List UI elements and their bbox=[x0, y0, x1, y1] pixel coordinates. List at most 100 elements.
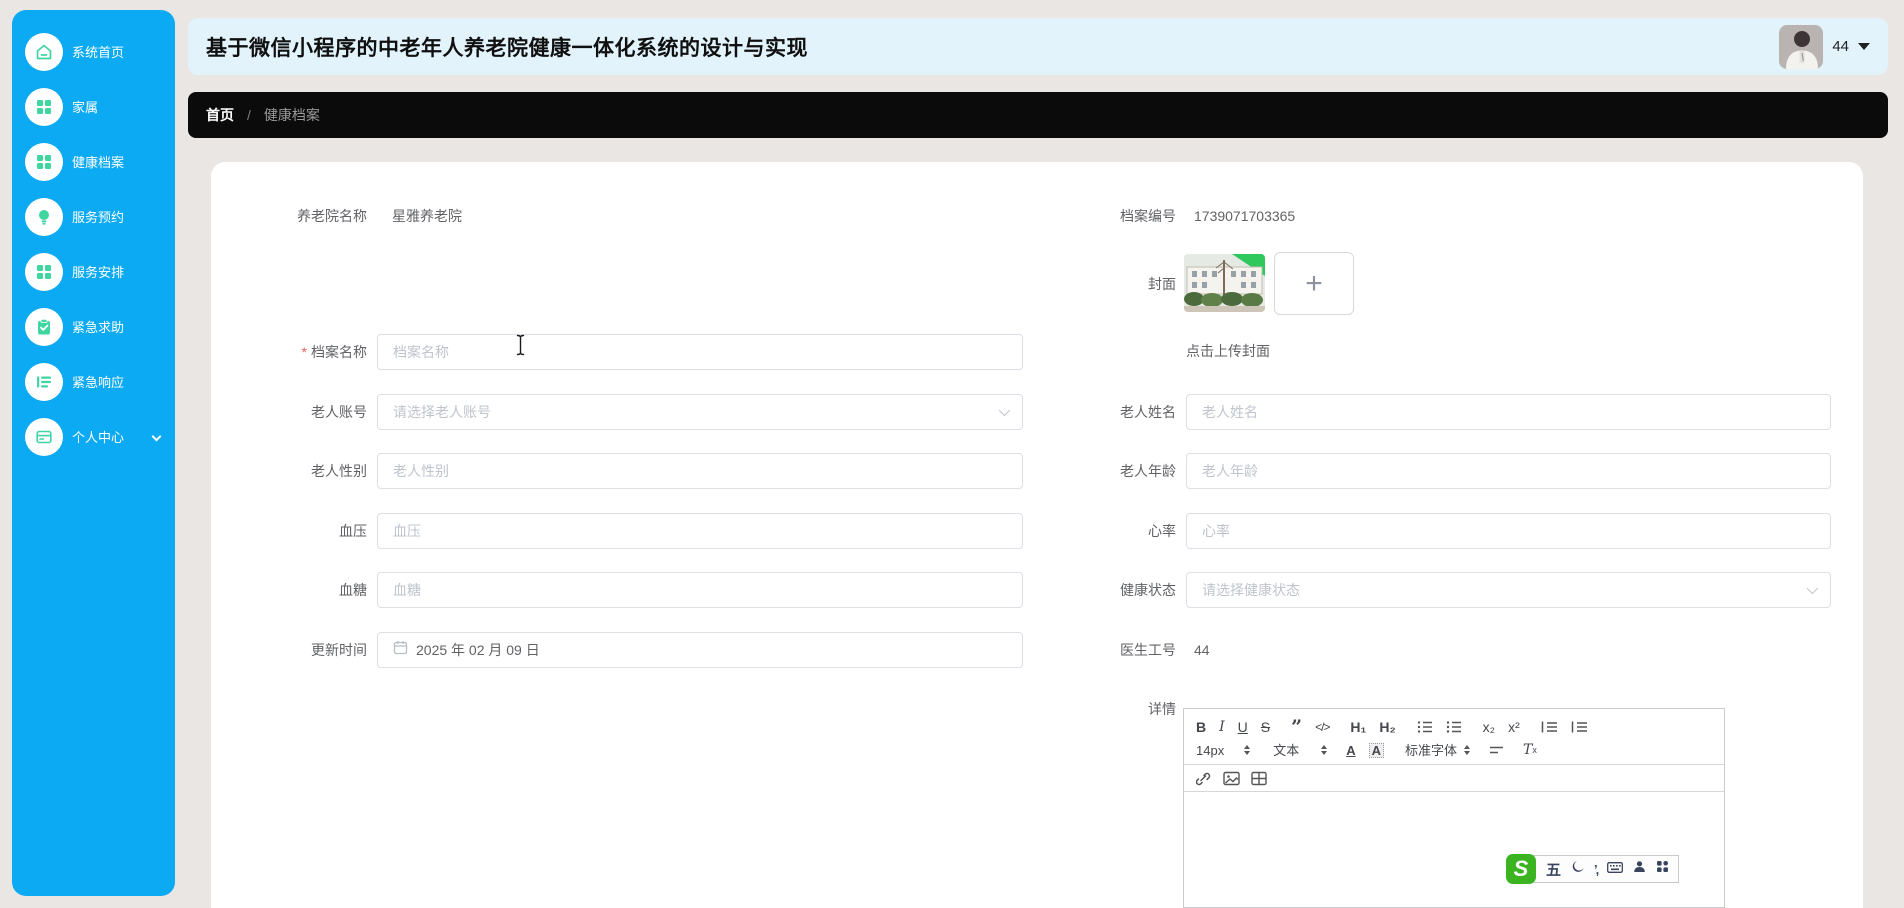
field-label-elder-account: 老人账号 bbox=[311, 404, 367, 420]
sogou-logo-icon[interactable]: S bbox=[1506, 854, 1536, 884]
sidebar-item-emergency-help[interactable]: 紧急求助 bbox=[12, 299, 175, 354]
elder-age-input[interactable]: 老人年龄 bbox=[1186, 453, 1831, 489]
cover-thumbnail[interactable] bbox=[1184, 254, 1265, 312]
header2-button[interactable]: H₂ bbox=[1379, 720, 1395, 734]
updown-arrows-icon bbox=[1321, 745, 1328, 755]
outdent-button[interactable] bbox=[1541, 720, 1558, 734]
clear-format-button[interactable]: Tx bbox=[1523, 743, 1537, 757]
blood-pressure-input[interactable]: 血压 bbox=[377, 513, 1023, 549]
updown-arrows-icon bbox=[1244, 745, 1251, 755]
card-icon bbox=[25, 417, 63, 456]
field-label-health-status: 健康状态 bbox=[1120, 582, 1176, 598]
account-icon[interactable] bbox=[1633, 860, 1646, 878]
underline-button[interactable]: U bbox=[1238, 720, 1248, 734]
superscript-button[interactable]: x² bbox=[1508, 720, 1520, 734]
keyboard-icon[interactable] bbox=[1607, 860, 1624, 878]
doctor-no-value: 44 bbox=[1194, 642, 1210, 658]
heart-rate-input[interactable]: 心率 bbox=[1186, 513, 1831, 549]
field-label-blood-sugar: 血糖 bbox=[339, 582, 367, 598]
align-select[interactable] bbox=[1489, 744, 1504, 756]
font-family-select[interactable]: 标准字体 bbox=[1405, 744, 1471, 757]
bold-button[interactable]: B bbox=[1196, 720, 1206, 734]
archive-name-input[interactable]: 档案名称 bbox=[377, 334, 1023, 370]
editor-toolbar-row1: B I U S ” </> H₁ H₂ x₂ x² bbox=[1184, 714, 1724, 740]
text-color-button[interactable]: A bbox=[1346, 744, 1355, 757]
user-id-label: 44 bbox=[1832, 38, 1849, 55]
sidebar-item-label: 服务预约 bbox=[72, 210, 125, 225]
sidebar-item-label: 健康档案 bbox=[72, 155, 125, 170]
chevron-down-icon bbox=[998, 404, 1011, 417]
field-label-cover: 封面 bbox=[1148, 276, 1176, 292]
italic-button[interactable]: I bbox=[1219, 720, 1225, 734]
field-label-elder-age: 老人年龄 bbox=[1120, 463, 1176, 479]
subscript-button[interactable]: x₂ bbox=[1483, 720, 1495, 734]
blockquote-button[interactable]: ” bbox=[1291, 717, 1302, 737]
bullet-list-button[interactable] bbox=[1446, 720, 1462, 734]
grid-icon bbox=[25, 87, 63, 126]
archive-no-value: 1739071703365 bbox=[1194, 208, 1296, 224]
field-label-detail: 详情 bbox=[1148, 701, 1176, 717]
updown-arrows-icon bbox=[1464, 745, 1471, 755]
required-asterisk: * bbox=[301, 344, 307, 360]
sidebar-item-service-booking[interactable]: 服务预约 bbox=[12, 189, 175, 244]
indent-button[interactable] bbox=[1571, 720, 1588, 734]
calendar-icon bbox=[393, 640, 408, 660]
field-label-heart-rate: 心率 bbox=[1148, 523, 1176, 539]
ime-menu-icon[interactable] bbox=[1656, 860, 1669, 878]
clipboard-check-icon bbox=[25, 307, 63, 346]
breadcrumb: 首页 / 健康档案 bbox=[188, 92, 1888, 138]
code-button[interactable]: </> bbox=[1315, 721, 1330, 733]
strikethrough-button[interactable]: S bbox=[1261, 720, 1270, 734]
format-select[interactable]: 文本 bbox=[1273, 744, 1328, 757]
sidebar-item-label: 家属 bbox=[72, 100, 99, 115]
breadcrumb-current: 健康档案 bbox=[263, 107, 320, 123]
field-label-elder-gender: 老人性别 bbox=[311, 463, 367, 479]
cover-upload-hint: 点击上传封面 bbox=[1186, 343, 1270, 359]
sidebar-item-home[interactable]: 系统首页 bbox=[12, 24, 175, 79]
sidebar-item-emergency-response[interactable]: 紧急响应 bbox=[12, 354, 175, 409]
topbar: 基于微信小程序的中老年人养老院健康一体化系统的设计与实现 44 bbox=[188, 18, 1888, 75]
list-icon bbox=[25, 362, 63, 401]
avatar[interactable] bbox=[1779, 24, 1824, 69]
sidebar-item-health-records[interactable]: 健康档案 bbox=[12, 134, 175, 189]
video-button[interactable] bbox=[1251, 771, 1267, 786]
blood-sugar-input[interactable]: 血糖 bbox=[377, 572, 1023, 608]
page: 系统首页 家属 健康档案 服务预约 服务安排 紧急求助 紧急响应 个人中心 基于… bbox=[0, 0, 1904, 908]
elder-name-input[interactable]: 老人姓名 bbox=[1186, 394, 1831, 430]
punctuation-button[interactable]: ’, bbox=[1594, 862, 1599, 877]
highlight-button[interactable]: A bbox=[1368, 742, 1384, 758]
image-button[interactable] bbox=[1223, 771, 1240, 786]
link-button[interactable] bbox=[1196, 770, 1212, 786]
sidebar-item-label: 个人中心 bbox=[72, 430, 125, 445]
editor-toolbar-row2: 14px 文本 A A 标准字体 Tx bbox=[1184, 740, 1724, 765]
field-label-doctor-no: 医生工号 bbox=[1120, 642, 1176, 658]
nursing-home-value: 星雅养老院 bbox=[392, 208, 462, 224]
wubi-mode-button[interactable]: 五 bbox=[1546, 859, 1561, 880]
update-time-picker[interactable]: 2025 年 02 月 09 日 bbox=[377, 632, 1023, 668]
sidebar-item-personal-center[interactable]: 个人中心 bbox=[12, 409, 175, 464]
cover-upload-button[interactable]: + bbox=[1274, 252, 1354, 315]
field-label-update-time: 更新时间 bbox=[311, 642, 367, 658]
breadcrumb-home[interactable]: 首页 bbox=[206, 105, 234, 125]
health-status-select[interactable]: 请选择健康状态 bbox=[1186, 572, 1831, 608]
header1-button[interactable]: H₁ bbox=[1350, 720, 1366, 734]
sidebar-item-label: 紧急求助 bbox=[72, 320, 125, 335]
field-label-archive-no: 档案编号 bbox=[1120, 208, 1176, 224]
sidebar-item-service-schedule[interactable]: 服务安排 bbox=[12, 244, 175, 299]
editor-content[interactable] bbox=[1184, 792, 1724, 907]
ime-panel: 五 ’, bbox=[1533, 855, 1680, 883]
sidebar-item-family[interactable]: 家属 bbox=[12, 79, 175, 134]
ordered-list-button[interactable] bbox=[1417, 720, 1433, 734]
elder-account-select[interactable]: 请选择老人账号 bbox=[377, 394, 1023, 430]
caret-down-icon bbox=[1858, 43, 1870, 50]
elder-gender-input[interactable]: 老人性别 bbox=[377, 453, 1023, 489]
plus-icon: + bbox=[1305, 266, 1323, 300]
sidebar-item-label: 紧急响应 bbox=[72, 375, 125, 390]
night-mode-icon[interactable] bbox=[1571, 860, 1584, 878]
breadcrumb-separator: / bbox=[247, 107, 251, 123]
chevron-down-icon[interactable] bbox=[151, 431, 162, 442]
font-size-select[interactable]: 14px bbox=[1196, 744, 1251, 757]
page-title: 基于微信小程序的中老年人养老院健康一体化系统的设计与实现 bbox=[206, 36, 808, 60]
ime-toolbar: S 五 ’, bbox=[1506, 854, 1680, 884]
user-dropdown[interactable]: 44 bbox=[1779, 24, 1870, 69]
